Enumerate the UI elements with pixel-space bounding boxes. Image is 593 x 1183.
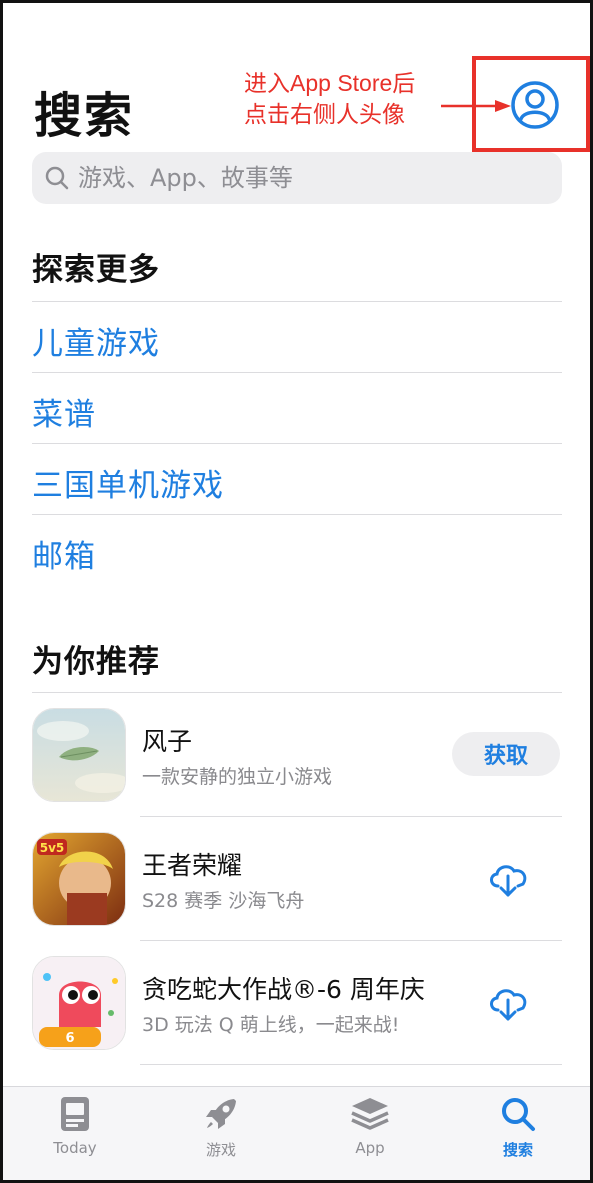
- app-name: 贪吃蛇大作战®-6 周年庆: [142, 975, 425, 1004]
- divider: [32, 301, 562, 302]
- annotation-line-2: 点击右侧人头像: [244, 101, 405, 127]
- rocket-icon: [206, 1099, 236, 1129]
- svg-text:5v5: 5v5: [40, 841, 65, 855]
- divider: [32, 443, 562, 444]
- tab-search[interactable]: 搜索: [458, 1095, 578, 1175]
- explore-item-three-kingdoms[interactable]: 三国单机游戏: [32, 460, 224, 505]
- app-row-honor-of-kings[interactable]: 5v5 王者荣耀 S28 赛季 沙海飞舟: [32, 832, 562, 932]
- instruction-annotation: 进入App Store后 点击右侧人头像: [244, 68, 415, 130]
- today-icon: [61, 1097, 89, 1131]
- search-icon: [45, 166, 69, 190]
- layers-icon: [351, 1098, 389, 1130]
- page-title: 搜索: [34, 88, 135, 144]
- search-bar[interactable]: [32, 152, 562, 204]
- search-icon: [502, 1098, 535, 1131]
- snake-app-icon: 6: [32, 956, 126, 1050]
- tab-label: 游戏: [205, 1141, 236, 1159]
- tab-label: App: [355, 1139, 385, 1157]
- explore-item-recipes[interactable]: 菜谱: [32, 389, 96, 434]
- app-name: 王者荣耀: [142, 851, 243, 880]
- cloud-download-button[interactable]: [486, 858, 530, 898]
- tab-today[interactable]: Today: [15, 1095, 135, 1175]
- explore-item-kids-games[interactable]: 儿童游戏: [32, 318, 160, 363]
- divider: [32, 514, 562, 515]
- app-row-snake[interactable]: 6 贪吃蛇大作战®-6 周年庆 3D 玩法 Q 萌上线，一起来战!: [32, 956, 562, 1056]
- divider: [140, 1064, 562, 1065]
- explore-item-mail[interactable]: 邮箱: [32, 531, 96, 576]
- app-subtitle: 3D 玩法 Q 萌上线，一起来战!: [142, 1014, 400, 1036]
- cloud-download-icon: [490, 865, 527, 897]
- cloud-download-button[interactable]: [486, 982, 530, 1022]
- divider: [32, 692, 562, 693]
- tab-games[interactable]: 游戏: [161, 1095, 281, 1175]
- recommend-section-title: 为你推荐: [32, 644, 160, 680]
- annotation-line-1: 进入App Store后: [244, 70, 416, 96]
- leaf-app-icon: [32, 708, 126, 802]
- app-subtitle: 一款安静的独立小游戏: [142, 766, 333, 788]
- app-row-fengzi[interactable]: 风子 一款安静的独立小游戏 获取: [32, 708, 562, 808]
- divider: [32, 372, 562, 373]
- tab-apps[interactable]: App: [310, 1095, 430, 1175]
- app-name: 风子: [142, 727, 193, 756]
- svg-text:6: 6: [65, 1031, 74, 1046]
- divider: [140, 816, 562, 817]
- tab-label: Today: [53, 1139, 97, 1157]
- get-button[interactable]: 获取: [452, 732, 560, 776]
- honor-of-kings-app-icon: 5v5: [32, 832, 126, 926]
- app-subtitle: S28 赛季 沙海飞舟: [142, 890, 305, 912]
- person-circle-icon[interactable]: [510, 80, 560, 130]
- tab-label: 搜索: [502, 1141, 533, 1159]
- tab-bar: Today 游戏 App 搜索: [3, 1086, 590, 1180]
- search-input[interactable]: [78, 164, 518, 192]
- cloud-download-icon: [490, 989, 527, 1021]
- divider: [140, 940, 562, 941]
- explore-section-title: 探索更多: [32, 252, 160, 288]
